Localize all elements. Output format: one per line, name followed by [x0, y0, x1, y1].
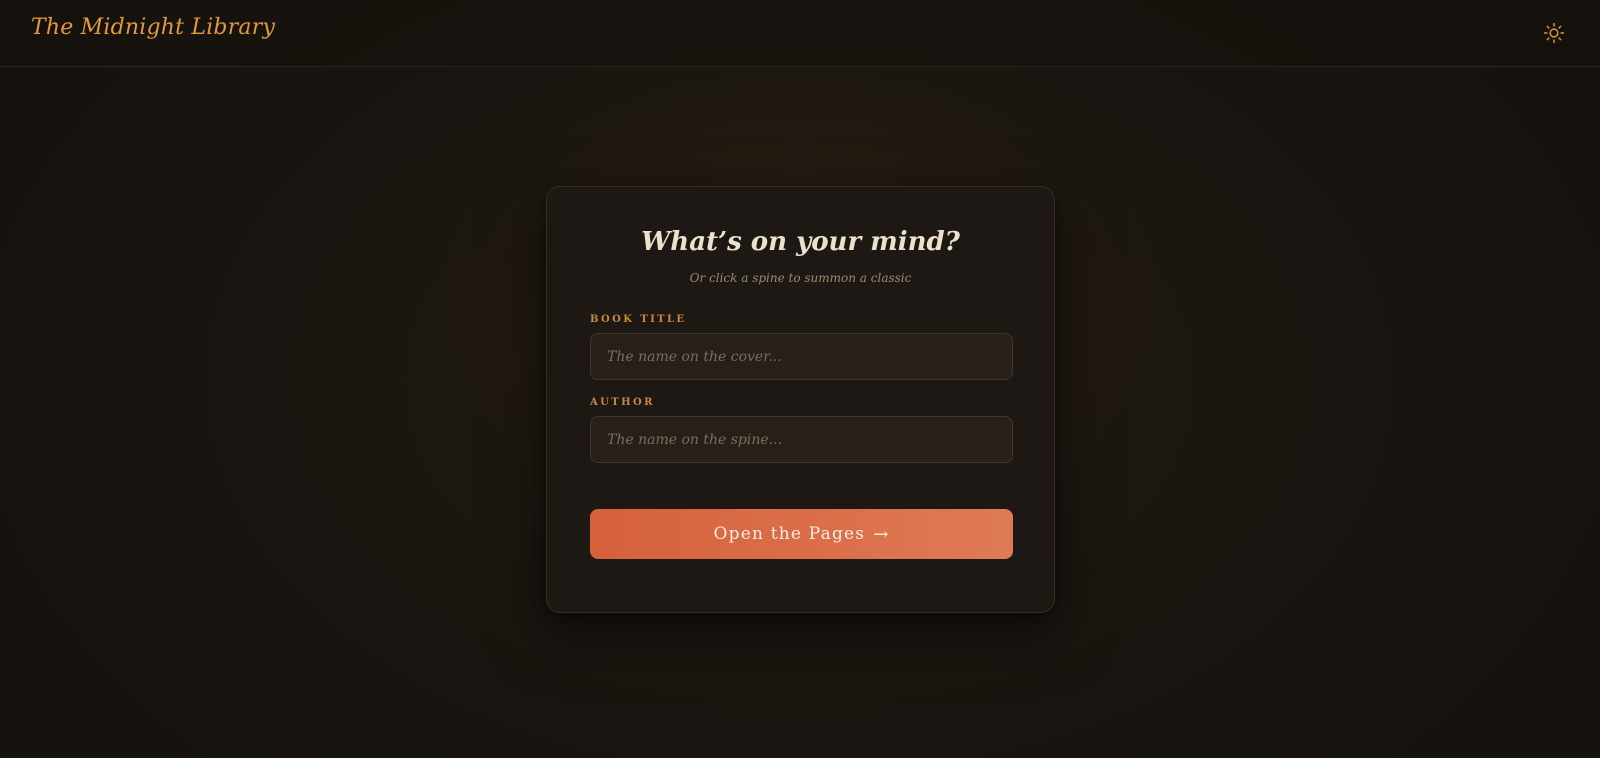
card-subtitle: Or click a spine to summon a classic: [689, 271, 912, 285]
theme-toggle-button[interactable]: [1540, 19, 1568, 47]
book-title-label: BOOK TITLE: [590, 314, 687, 325]
author-label: AUTHOR: [590, 397, 655, 408]
sun-icon: [1543, 22, 1565, 44]
open-pages-label: Open the Pages: [713, 524, 866, 544]
book-title-input[interactable]: [590, 333, 1013, 380]
search-card: What’s on your mind? Or click a spine to…: [546, 186, 1055, 613]
author-input[interactable]: [590, 416, 1013, 463]
page: The Midnight Library What’s on your mind…: [0, 0, 1600, 758]
open-pages-button[interactable]: Open the Pages →: [590, 509, 1013, 559]
brand-logo[interactable]: The Midnight Library: [31, 15, 275, 40]
top-bar: The Midnight Library: [0, 0, 1600, 67]
card-title: What’s on your mind?: [641, 227, 960, 257]
arrow-right-icon: →: [873, 523, 890, 545]
